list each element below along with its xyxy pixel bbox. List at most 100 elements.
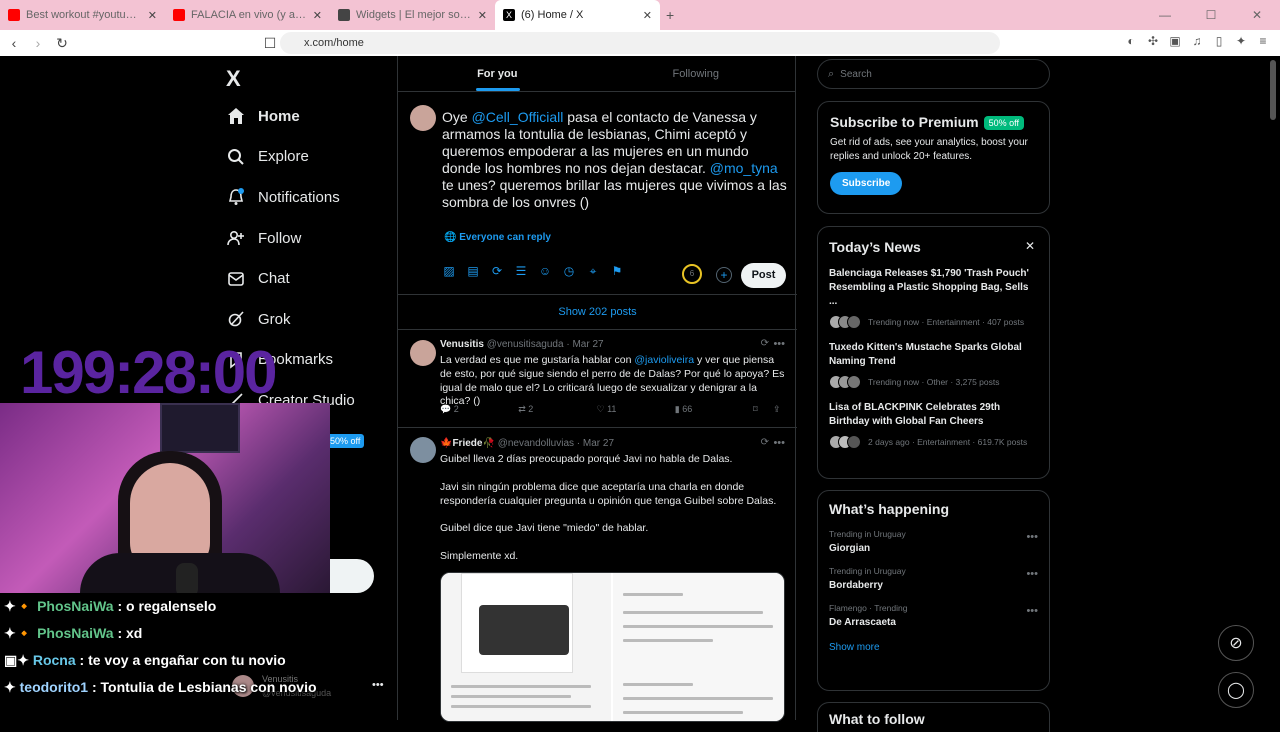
extension-icon[interactable]: ◐ — [1124, 34, 1138, 48]
text-line — [451, 695, 571, 698]
mention-link[interactable]: @Cell_Officiall — [472, 109, 564, 125]
gif-icon[interactable]: ▤ — [466, 264, 480, 278]
grok-compose-icon[interactable]: ⟳ — [490, 264, 504, 278]
search-input[interactable]: ⌕ Search — [817, 59, 1050, 89]
share-icon[interactable]: ⇪ — [773, 404, 785, 415]
mention-link[interactable]: @javioliveira — [634, 354, 694, 366]
grok-icon[interactable]: ⟳ — [761, 338, 769, 349]
trend-item[interactable]: Trending in Uruguay Bordaberry ••• — [829, 566, 1038, 591]
text-line — [623, 697, 773, 700]
premium-title: Subscribe to Premium 50% off — [830, 114, 1037, 131]
post-button[interactable]: Post — [741, 263, 786, 288]
background-screen — [160, 403, 240, 453]
sidebar-item-explore[interactable]: Explore — [226, 137, 355, 178]
retweet-button[interactable]: ⇄ 2 — [518, 404, 596, 415]
back-icon[interactable]: ‹ — [4, 35, 24, 51]
reply-button[interactable]: 💬 2 — [440, 404, 518, 415]
show-more-link[interactable]: Show more — [829, 642, 1038, 653]
bookmark-page-icon[interactable]: ☐ — [260, 35, 280, 52]
mention-link[interactable]: @mo_tyna — [710, 160, 778, 176]
tab-following[interactable]: Following — [597, 56, 796, 91]
user-avatar[interactable] — [410, 105, 436, 131]
sidebar-item-grok[interactable]: Grok — [226, 299, 355, 340]
subscribe-button[interactable]: Subscribe — [830, 172, 903, 196]
sidebar-item-notifications[interactable]: Notifications — [226, 177, 355, 218]
more-icon[interactable]: ••• — [1026, 531, 1038, 543]
sidebar-item-chat[interactable]: Chat — [226, 258, 355, 299]
schedule-icon[interactable]: ◷ — [562, 264, 576, 278]
ai-icon[interactable]: ✦ — [1234, 34, 1248, 48]
more-icon[interactable]: ••• — [1026, 568, 1038, 580]
views-button[interactable]: ▮ 66 — [675, 404, 753, 415]
browser-tab[interactable]: Widgets | El mejor software para pod...✕ — [330, 0, 495, 30]
browser-tab[interactable]: Best workout #youtubeshorts #mem...✕ — [0, 0, 165, 30]
location-icon[interactable]: ⌖ — [586, 264, 600, 278]
news-item[interactable]: Lisa of BLACKPINK Celebrates 29th Birthd… — [829, 401, 1038, 449]
reload-icon[interactable]: ↻ — [52, 35, 72, 52]
browser-tab-active[interactable]: X (6) Home / X ✕ — [495, 0, 660, 30]
grok-icon: ⊘ — [1229, 635, 1243, 652]
minimize-icon[interactable]: — — [1142, 8, 1188, 22]
sidebar-item-follow[interactable]: Follow — [226, 218, 355, 259]
chat-badge-icon: ✦🔸 — [4, 598, 34, 614]
more-icon[interactable]: ••• — [773, 338, 785, 350]
close-window-icon[interactable]: ✕ — [1234, 8, 1280, 22]
flag-icon[interactable]: ⚑ — [610, 264, 624, 278]
music-icon[interactable]: ♫ — [1190, 34, 1204, 48]
news-title: Today’s News — [829, 239, 921, 255]
text-line — [623, 683, 693, 686]
menu-icon[interactable]: ≡ — [1256, 34, 1270, 48]
close-tab-icon[interactable]: ✕ — [313, 9, 322, 22]
more-icon[interactable]: ••• — [1026, 605, 1038, 617]
sidebar-icon[interactable]: ▯ — [1212, 34, 1226, 48]
puzzle-icon[interactable]: ✣ — [1146, 34, 1160, 48]
tweet-media[interactable] — [440, 572, 785, 722]
scrollbar[interactable] — [1270, 60, 1276, 120]
like-button[interactable]: ♡ 11 — [597, 404, 675, 415]
close-icon[interactable]: ✕ — [1025, 239, 1035, 253]
tweet[interactable]: Venusitis @venusitisaguda · Mar 27 ⟳ •••… — [398, 330, 797, 428]
forward-icon[interactable]: › — [28, 35, 48, 51]
browser-tab[interactable]: FALACIA en vivo (y a todo color) - Re...… — [165, 0, 330, 30]
add-post-button[interactable]: + — [716, 267, 732, 283]
close-tab-icon[interactable]: ✕ — [478, 9, 487, 22]
close-tab-icon[interactable]: ✕ — [148, 9, 157, 22]
extensions-bar: ◐ ✣ ▣ ♫ ▯ ✦ ≡ — [1124, 34, 1270, 48]
bookmark-icon[interactable]: ⌑ — [753, 404, 773, 415]
tweet[interactable]: 🍁Friede🥀 @nevandolluvias · Mar 27 ⟳ ••• … — [398, 429, 797, 722]
news-item[interactable]: Balenciaga Releases $1,790 'Trash Pouch'… — [829, 267, 1038, 329]
tweet-avatar[interactable] — [410, 437, 436, 463]
compose-text[interactable]: Oye @Cell_Officiall pasa el contacto de … — [442, 109, 787, 211]
media-icon[interactable]: ▨ — [442, 264, 456, 278]
maximize-icon[interactable]: ☐ — [1188, 8, 1234, 22]
chat-bubble-icon: ◯ — [1227, 682, 1245, 699]
stream-chat: ✦🔸 PhosNaiWa : o regalenselo ✦🔸 PhosNaiW… — [0, 593, 395, 720]
news-item[interactable]: Tuxedo Kitten's Mustache Sparks Global N… — [829, 341, 1038, 389]
messages-fab[interactable]: ◯ — [1218, 672, 1254, 708]
reply-setting[interactable]: 🌐 Everyone can reply — [444, 232, 551, 243]
media-image[interactable] — [613, 573, 784, 721]
sidebar-item-home[interactable]: Home — [226, 96, 355, 137]
screenshot-icon[interactable]: ▣ — [1168, 34, 1182, 48]
tab-for-you[interactable]: For you — [398, 56, 597, 91]
close-tab-icon[interactable]: ✕ — [643, 9, 652, 22]
tweet-avatar[interactable] — [410, 340, 436, 366]
avatar-stack — [829, 435, 861, 449]
url-field[interactable]: x.com/home — [280, 32, 1000, 54]
trend-item[interactable]: Trending in Uruguay Giorgian ••• — [829, 529, 1038, 554]
trend-item[interactable]: Flamengo · Trending De Arrascaeta ••• — [829, 603, 1038, 628]
video-thumbnail — [479, 605, 569, 655]
grok-icon[interactable]: ⟳ — [761, 437, 769, 448]
x-logo[interactable]: X — [226, 66, 241, 92]
poll-icon[interactable]: ☰ — [514, 264, 528, 278]
chat-message: ✦🔸 PhosNaiWa : o regalenselo — [4, 598, 217, 614]
emoji-icon[interactable]: ☺ — [538, 264, 552, 278]
media-image[interactable] — [441, 573, 611, 721]
new-tab-button[interactable]: + — [666, 7, 674, 23]
who-to-follow-card: What to follow — [817, 702, 1050, 732]
premium-badge-sidebar[interactable]: 50% off — [326, 434, 365, 448]
grok-fab[interactable]: ⊘ — [1218, 625, 1254, 661]
more-icon[interactable]: ••• — [773, 437, 785, 449]
globe-icon: 🌐 — [444, 232, 457, 243]
show-posts-link[interactable]: Show 202 posts — [398, 295, 797, 330]
